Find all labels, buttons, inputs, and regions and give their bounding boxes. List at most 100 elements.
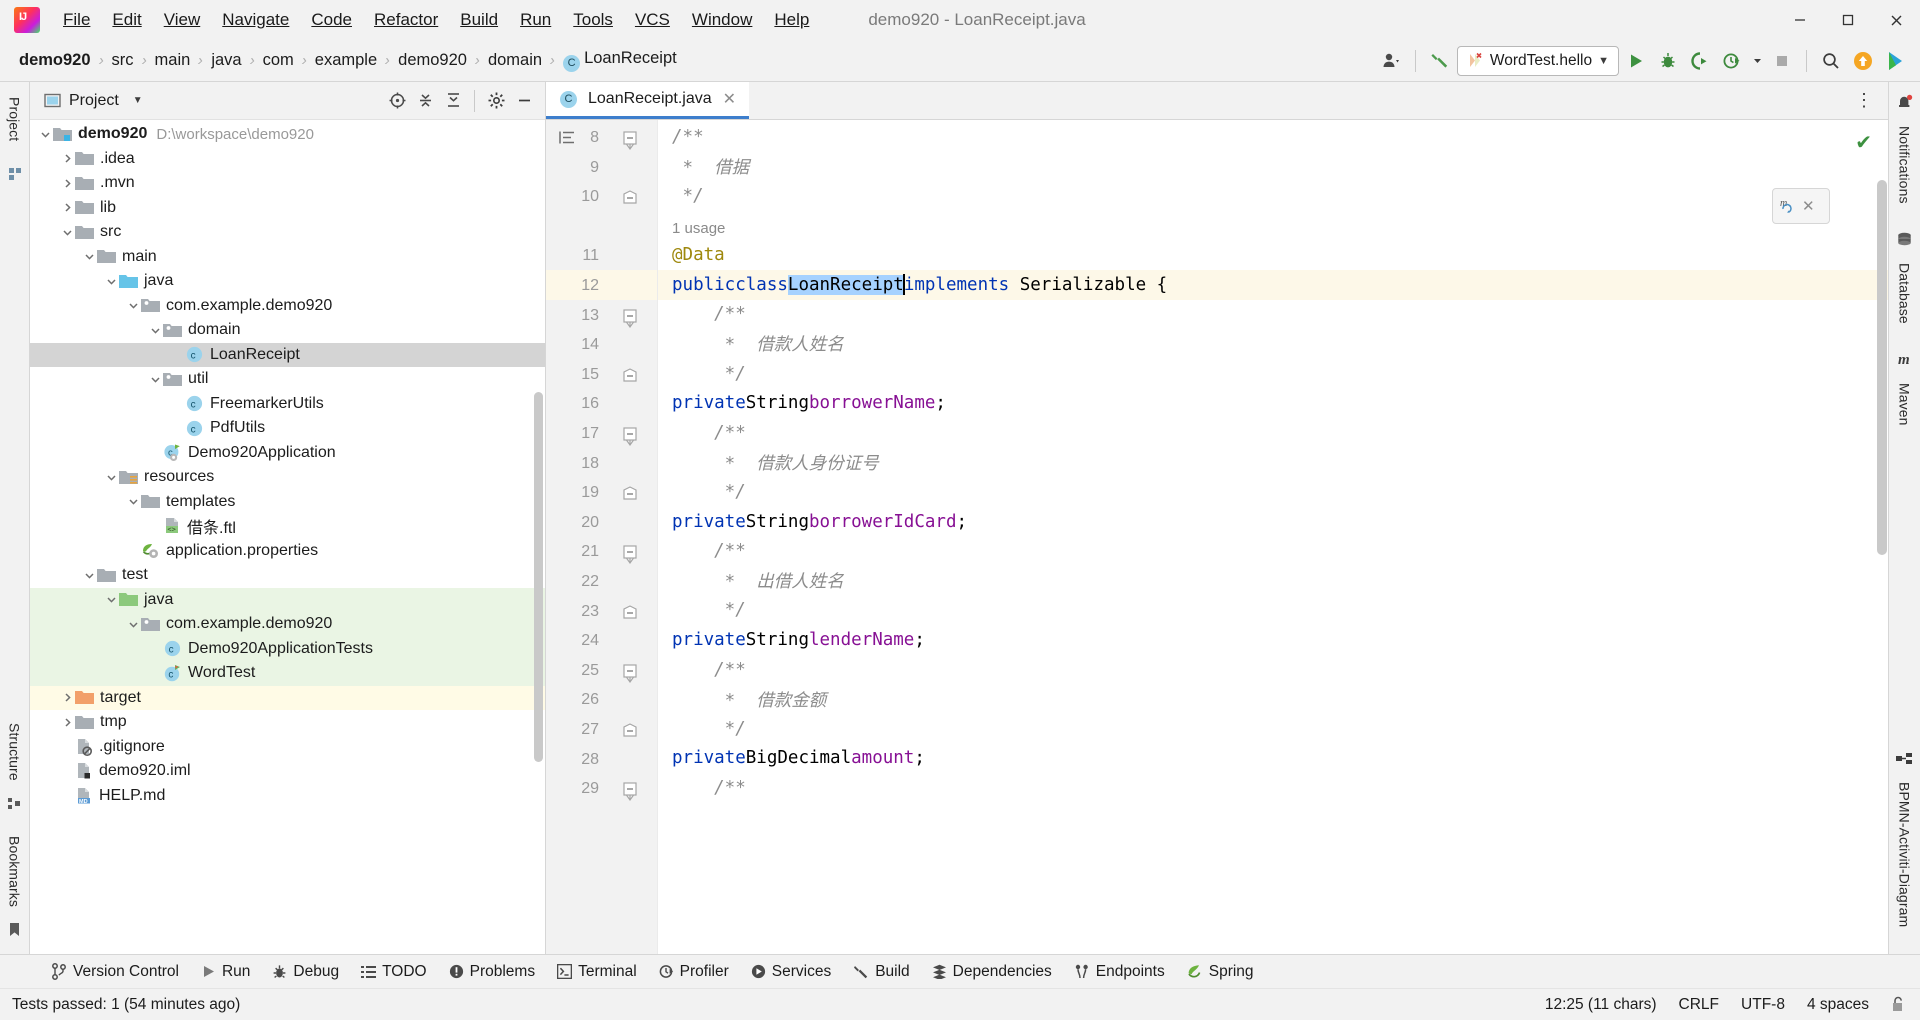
chevron-right-icon[interactable] <box>60 202 75 213</box>
tree-node-demo920applicationtests[interactable]: cDemo920ApplicationTests <box>30 637 545 662</box>
menu-code[interactable]: Code <box>300 6 363 34</box>
breadcrumb-main[interactable]: main <box>150 49 196 72</box>
menu-build[interactable]: Build <box>449 6 509 34</box>
file-encoding[interactable]: UTF-8 <box>1741 996 1785 1014</box>
collapse-all-icon[interactable] <box>412 88 438 114</box>
code-line[interactable]: /** <box>658 773 1888 803</box>
bpmn-diagram-icon[interactable] <box>1896 751 1914 767</box>
chevron-down-icon[interactable] <box>104 472 119 483</box>
code-content[interactable]: /** * 借据 */1 usage@Datapublic class Loan… <box>658 120 1888 954</box>
tree-node-resources[interactable]: resources <box>30 465 545 490</box>
fold-marker-icon[interactable] <box>623 309 637 329</box>
code-line[interactable]: @Data <box>658 240 1888 270</box>
tree-node-com.example.demo920[interactable]: com.example.demo920 <box>30 294 545 319</box>
menu-file[interactable]: File <box>52 6 101 34</box>
chevron-down-icon[interactable] <box>104 276 119 287</box>
code-line[interactable]: /** <box>658 655 1888 685</box>
tree-node-.mvn[interactable]: .mvn <box>30 171 545 196</box>
breadcrumb-demo920-pkg[interactable]: demo920 <box>393 49 472 72</box>
tree-node-java[interactable]: java <box>30 269 545 294</box>
bookmark-icon[interactable] <box>7 922 22 938</box>
tree-node-test[interactable]: test <box>30 563 545 588</box>
minimize-button[interactable] <box>1776 0 1824 40</box>
profile-icon[interactable] <box>1376 46 1406 76</box>
tree-node-demo920.iml[interactable]: demo920.iml <box>30 759 545 784</box>
ide-assistant-icon[interactable] <box>1880 46 1910 76</box>
rail-item-bookmarks[interactable]: Bookmarks <box>7 829 23 914</box>
notifications-icon[interactable] <box>1896 94 1913 111</box>
close-icon[interactable]: ✕ <box>1802 197 1815 215</box>
floating-inspection-widget[interactable]: m ✕ <box>1772 188 1830 224</box>
chevron-right-icon[interactable] <box>60 153 75 164</box>
close-icon[interactable]: ✕ <box>723 89 736 109</box>
chevron-down-icon[interactable] <box>126 300 141 311</box>
expand-icon[interactable] <box>440 88 466 114</box>
breadcrumb-src[interactable]: src <box>107 49 139 72</box>
tree-node-com.example.demo920[interactable]: com.example.demo920 <box>30 612 545 637</box>
tree-node-wordtest[interactable]: cWordTest <box>30 661 545 686</box>
chevron-down-icon[interactable] <box>60 227 75 238</box>
bottom-tool-problems[interactable]: Problems <box>438 959 546 985</box>
tree-node-.idea[interactable]: .idea <box>30 147 545 172</box>
menu-help[interactable]: Help <box>763 6 820 34</box>
rail-item-database[interactable]: Database <box>1897 256 1913 331</box>
run-with-coverage-icon[interactable] <box>1685 46 1715 76</box>
tree-node-domain[interactable]: domain <box>30 318 545 343</box>
database-icon[interactable] <box>1896 231 1913 248</box>
run-icon[interactable] <box>1621 46 1651 76</box>
chevron-down-icon[interactable] <box>82 570 97 581</box>
hide-panel-icon[interactable] <box>511 88 537 114</box>
breadcrumb-com[interactable]: com <box>258 49 299 72</box>
chevron-down-icon[interactable] <box>82 251 97 262</box>
chevron-right-icon[interactable] <box>60 692 75 703</box>
unlocked-icon[interactable] <box>1891 996 1906 1013</box>
fold-marker-icon[interactable] <box>623 368 637 382</box>
fold-marker-icon[interactable] <box>623 723 637 737</box>
bottom-tool-profiler[interactable]: Profiler <box>648 959 740 985</box>
chevron-right-icon[interactable] <box>60 178 75 189</box>
rail-item-project[interactable]: Project <box>7 90 23 148</box>
chevron-down-icon[interactable] <box>1749 46 1765 76</box>
tree-node-java[interactable]: java <box>30 588 545 613</box>
javadoc-render-icon[interactable] <box>559 130 575 145</box>
breadcrumb-example[interactable]: example <box>310 49 382 72</box>
code-line[interactable]: * 借款人身份证号 <box>658 448 1888 478</box>
tree-node-freemarkerutils[interactable]: cFreemarkerUtils <box>30 392 545 417</box>
chevron-down-icon[interactable] <box>148 374 163 385</box>
indent-setting[interactable]: 4 spaces <box>1807 996 1869 1014</box>
tree-node-demo920application[interactable]: cDemo920Application <box>30 441 545 466</box>
bottom-tool-terminal[interactable]: Terminal <box>546 959 648 985</box>
code-line[interactable]: */ <box>658 596 1888 626</box>
code-line[interactable]: /** <box>658 300 1888 330</box>
menu-view[interactable]: View <box>153 6 212 34</box>
code-line[interactable]: */ <box>658 181 1888 211</box>
rail-item-structure[interactable]: Structure <box>7 716 23 788</box>
code-line[interactable]: * 借款人姓名 <box>658 329 1888 359</box>
fold-marker-icon[interactable] <box>623 545 637 565</box>
structure-icon[interactable] <box>7 796 22 811</box>
menu-refactor[interactable]: Refactor <box>363 6 449 34</box>
project-tree[interactable]: demo920D:\workspace\demo920.idea.mvnlibs… <box>30 120 545 954</box>
debug-icon[interactable] <box>1653 46 1683 76</box>
project-tree-scrollbar[interactable] <box>534 392 543 762</box>
code-line[interactable]: private String lenderName; <box>658 625 1888 655</box>
fold-marker-icon[interactable] <box>623 190 637 204</box>
caret-position[interactable]: 12:25 (11 chars) <box>1545 996 1657 1014</box>
menu-window[interactable]: Window <box>681 6 763 34</box>
tree-node-templates[interactable]: templates <box>30 490 545 515</box>
maximize-button[interactable] <box>1824 0 1872 40</box>
chevron-down-icon[interactable] <box>126 619 141 630</box>
code-line[interactable]: /** <box>658 122 1888 152</box>
menu-edit[interactable]: Edit <box>101 6 152 34</box>
chevron-down-icon[interactable]: ▼ <box>133 95 143 106</box>
editor-scrollbar[interactable] <box>1877 180 1887 555</box>
fold-marker-icon[interactable] <box>623 782 637 802</box>
chevron-down-icon[interactable] <box>104 594 119 605</box>
search-everywhere-icon[interactable] <box>1816 46 1846 76</box>
build-hammer-icon[interactable] <box>1425 46 1455 76</box>
tree-node-demo920[interactable]: demo920D:\workspace\demo920 <box>30 122 545 147</box>
breadcrumb-java[interactable]: java <box>206 49 246 72</box>
maven-icon[interactable]: m <box>1896 350 1914 368</box>
code-line[interactable]: */ <box>658 359 1888 389</box>
tree-node-src[interactable]: src <box>30 220 545 245</box>
